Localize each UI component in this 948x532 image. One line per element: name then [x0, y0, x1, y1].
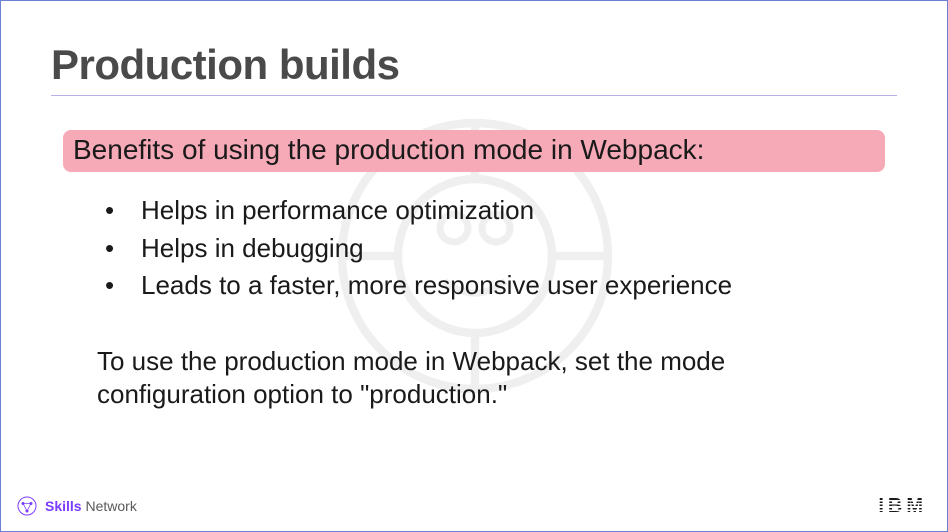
footer-left: Skills Network — [17, 496, 137, 516]
footer-network-word: Network — [85, 498, 136, 514]
list-item: Helps in performance optimization — [105, 192, 897, 230]
skills-network-icon — [17, 496, 37, 516]
bullet-list: Helps in performance optimization Helps … — [105, 192, 897, 305]
highlight-bar: Benefits of using the production mode in… — [63, 130, 885, 172]
slide-footer: Skills Network IBM — [1, 491, 947, 521]
body-paragraph: To use the production mode in Webpack, s… — [97, 345, 857, 410]
footer-skills-word: Skills — [45, 498, 82, 514]
ibm-logo: IBM — [878, 495, 927, 518]
title-divider — [51, 95, 897, 96]
highlight-text: Benefits of using the production mode in… — [73, 134, 704, 165]
footer-brand: Skills Network — [45, 498, 137, 514]
slide-body: Production builds Benefits of using the … — [1, 1, 947, 410]
list-item: Leads to a faster, more responsive user … — [105, 267, 897, 305]
list-item: Helps in debugging — [105, 230, 897, 268]
slide-title: Production builds — [51, 41, 897, 89]
